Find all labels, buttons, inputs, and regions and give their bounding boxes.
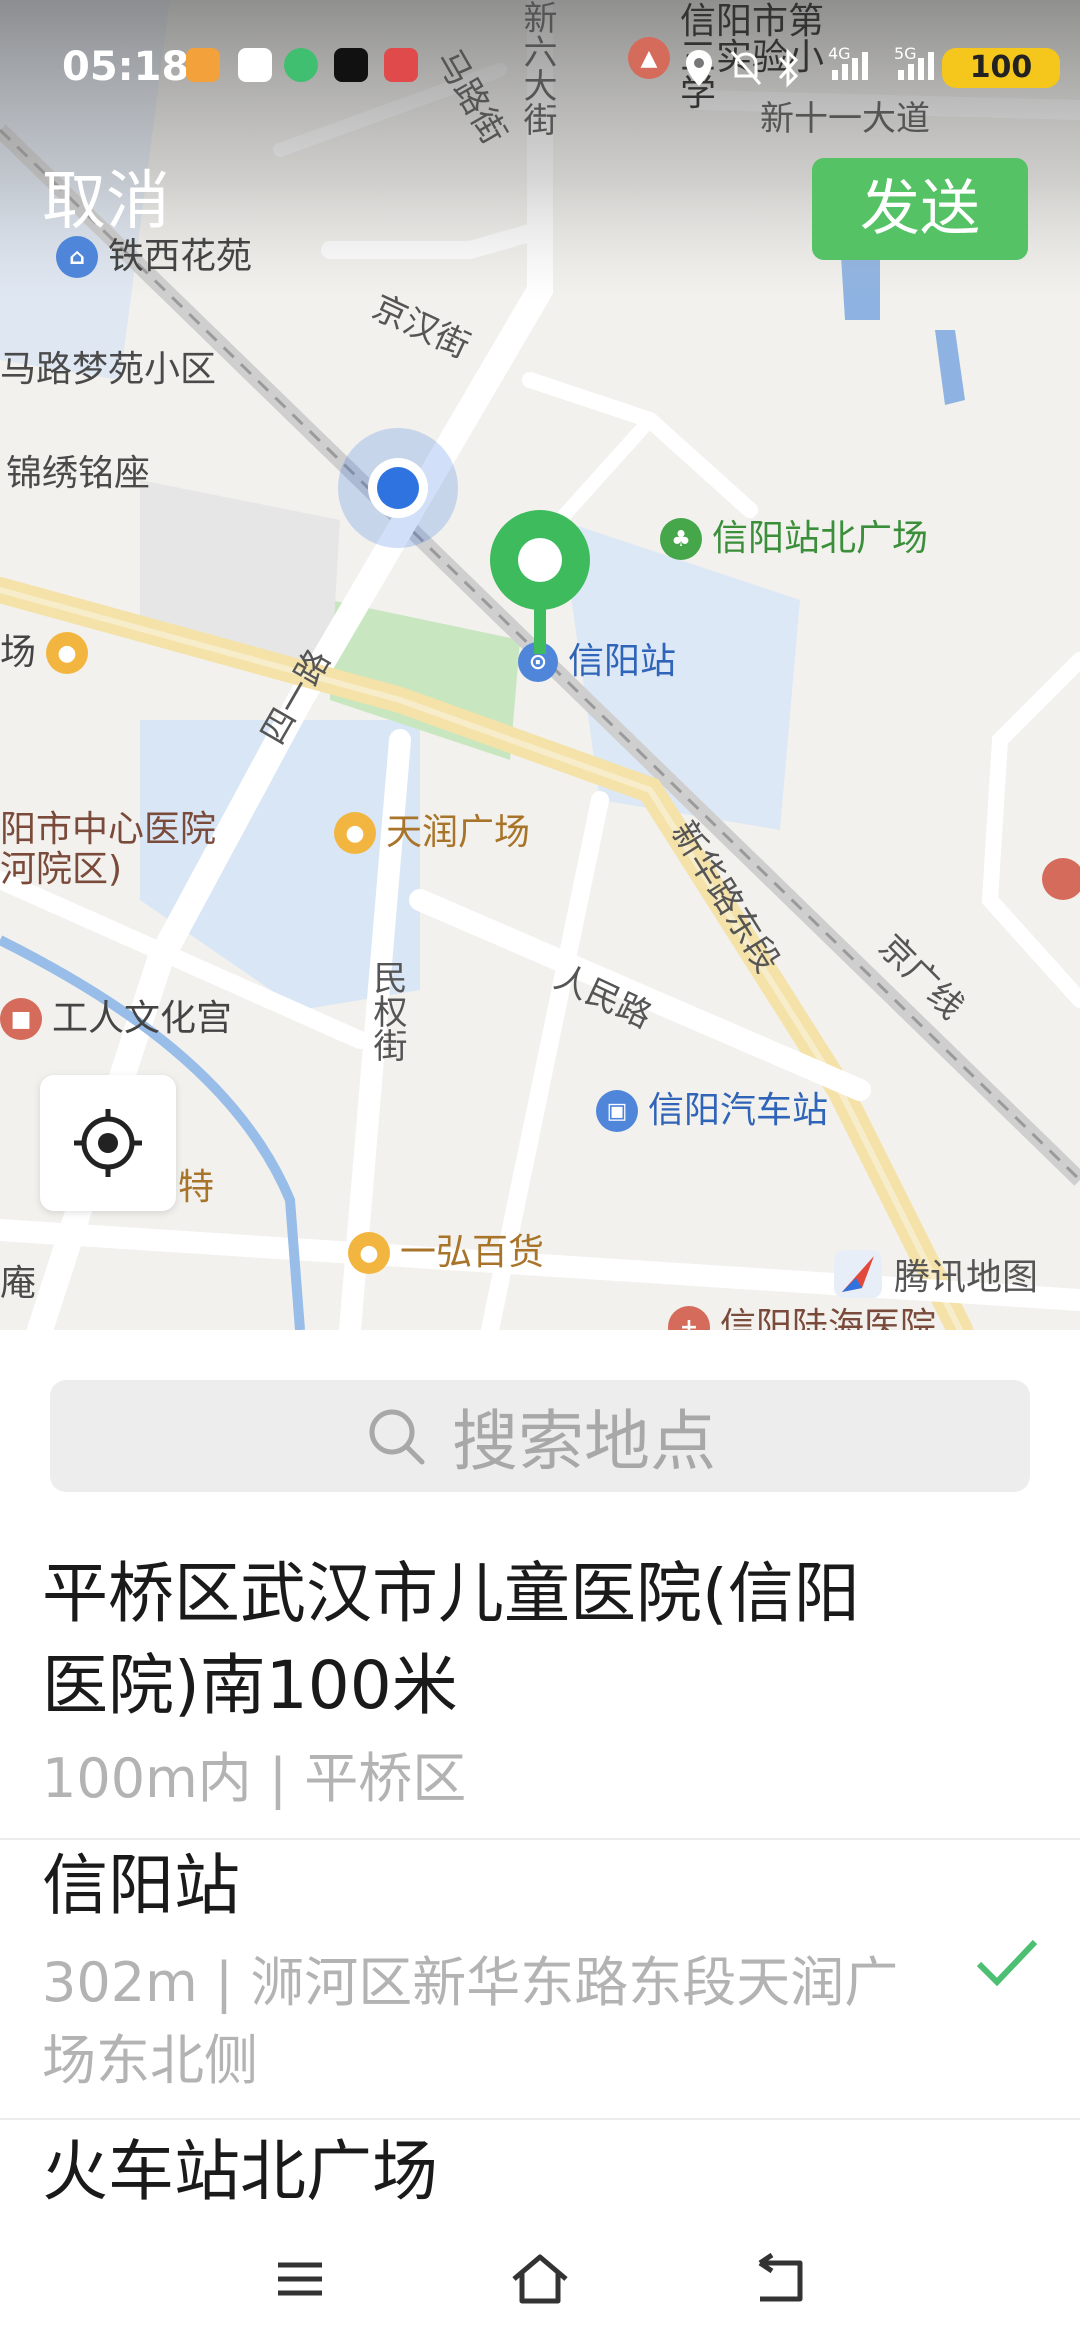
tencent-map-icon bbox=[834, 1250, 882, 1298]
locate-me-button[interactable] bbox=[40, 1075, 176, 1211]
search-input[interactable]: 搜索地点 bbox=[50, 1380, 1030, 1492]
poi-yihong[interactable]: ● 一弘百货 bbox=[348, 1232, 544, 1274]
result-subtitle: 100m内 | 平桥区 bbox=[42, 1747, 467, 1810]
selected-pin-icon bbox=[490, 510, 590, 654]
screen: ▲ 信阳市第三实验小学 新六大街 新十一大道 马路街 ⌂ 铁西花苑 京汉街 马路… bbox=[0, 0, 1080, 2345]
map-view[interactable]: ▲ 信阳市第三实验小学 新六大街 新十一大道 马路街 ⌂ 铁西花苑 京汉街 马路… bbox=[0, 0, 1080, 1330]
bluetooth-icon bbox=[778, 48, 799, 88]
poi-chang[interactable]: 场 ● bbox=[0, 632, 89, 674]
home-icon[interactable] bbox=[508, 2251, 572, 2307]
poi-tiexi-garden[interactable]: ⌂ 铁西花苑 bbox=[56, 236, 252, 278]
result-item[interactable]: 平桥区武汉市儿童医院(信阳医院)南100米 100m内 | 平桥区 bbox=[0, 1548, 1080, 1840]
poi-hospital-bottom[interactable]: + 信阳陆海医院 bbox=[668, 1306, 936, 1330]
cancel-button[interactable]: 取消 bbox=[42, 170, 170, 234]
location-status-icon bbox=[686, 50, 712, 86]
label-road-minquan: 民权街 bbox=[367, 960, 407, 1062]
label-jinxiu: 锦绣铭座 bbox=[6, 453, 151, 494]
result-title: 火车站北广场 bbox=[42, 2133, 438, 2210]
hospital-icon: + bbox=[668, 1306, 710, 1330]
send-button[interactable]: 发送 bbox=[812, 158, 1028, 260]
battery-indicator: 100 bbox=[942, 48, 1060, 88]
residence-icon: ⌂ bbox=[56, 236, 98, 278]
label-mengyuan: 马路梦苑小区 bbox=[0, 349, 217, 390]
label-an: 庵 bbox=[0, 1263, 37, 1304]
poi-tianrun[interactable]: ● 天润广场 bbox=[334, 812, 530, 854]
checkmark-icon bbox=[976, 1939, 1038, 1987]
status-time: 05:18 bbox=[62, 44, 190, 90]
tiktok-icon bbox=[334, 48, 368, 82]
shopping-icon: ● bbox=[348, 1232, 390, 1274]
label-hospital-2: 河院区) bbox=[0, 849, 123, 890]
result-title: 平桥区武汉市儿童医院(信阳医院)南100米 bbox=[42, 1555, 860, 1724]
result-item-selected[interactable]: 信阳站 302m | 浉河区新华东路东段天润广场东北侧 bbox=[0, 1840, 1080, 2120]
shopping-icon: ● bbox=[334, 812, 376, 854]
label-hospital-1: 阳市中心医院 bbox=[0, 809, 217, 850]
culture-icon: ■ bbox=[0, 998, 42, 1040]
qq-icon bbox=[238, 48, 272, 82]
status-bar: 05:18 4G 5G 100 bbox=[0, 0, 1080, 130]
map-water bbox=[935, 330, 965, 405]
app-notification-icon bbox=[186, 48, 220, 82]
system-nav-bar bbox=[0, 2215, 1080, 2345]
poi-bus-station[interactable]: ▣ 信阳汽车站 bbox=[596, 1090, 828, 1132]
app-notification-icon bbox=[284, 48, 318, 82]
result-subtitle: 302m | 浉河区新华东路东段天润广场东北侧 bbox=[42, 1951, 899, 2092]
signal-5g-icon: 5G bbox=[894, 44, 934, 80]
shopping-icon: ● bbox=[46, 632, 89, 674]
search-icon bbox=[369, 1409, 425, 1465]
search-placeholder: 搜索地点 bbox=[452, 1403, 716, 1480]
toutiao-icon bbox=[384, 48, 418, 82]
tree-icon: ♣ bbox=[660, 518, 702, 560]
location-sheet: 搜索地点 平桥区武汉市儿童医院(信阳医院)南100米 100m内 | 平桥区 信… bbox=[0, 1330, 1080, 2345]
poi-workers-palace[interactable]: ■ 工人文化宫 bbox=[0, 998, 232, 1040]
bus-icon: ▣ bbox=[596, 1090, 638, 1132]
menu-icon[interactable] bbox=[272, 2251, 328, 2307]
poi-north-square[interactable]: ♣ 信阳站北广场 bbox=[660, 518, 928, 560]
result-title: 信阳站 bbox=[42, 1847, 240, 1924]
poi-edge-icon bbox=[1042, 858, 1080, 900]
tencent-map-logo: 腾讯地图 bbox=[832, 1248, 1038, 1300]
signal-4g-icon: 4G bbox=[828, 44, 868, 80]
current-location-marker bbox=[338, 428, 458, 548]
crosshair-icon bbox=[74, 1109, 142, 1177]
mute-icon bbox=[730, 51, 762, 85]
label-te: 特 bbox=[178, 1167, 215, 1208]
back-icon[interactable] bbox=[750, 2251, 810, 2307]
